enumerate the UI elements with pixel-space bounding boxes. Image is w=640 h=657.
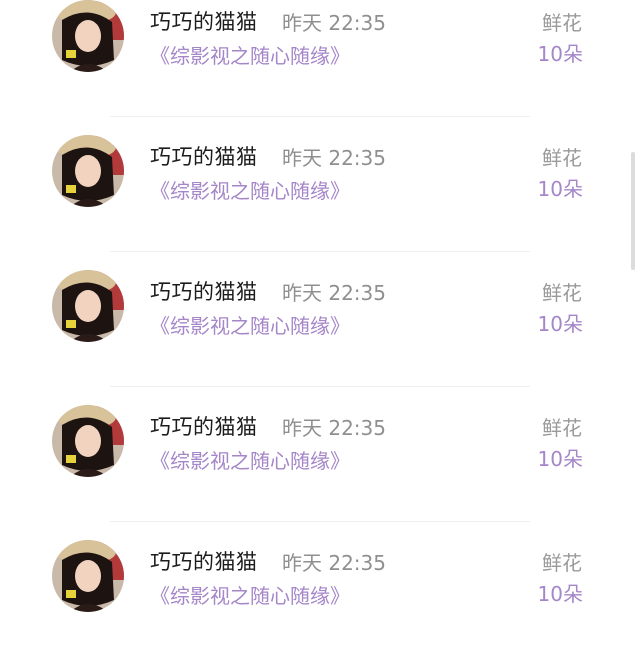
user-avatar[interactable]	[52, 405, 124, 477]
user-avatar[interactable]	[52, 0, 124, 72]
gift-count: 10朵	[537, 447, 583, 471]
gift-type-label: 鲜花	[542, 281, 582, 305]
gift-count: 10朵	[537, 42, 583, 66]
avatar-photo-icon	[52, 0, 124, 72]
user-name[interactable]: 巧巧的猫猫	[150, 546, 258, 576]
gift-record-list: 巧巧的猫猫 昨天 22:35 《综影视之随心随缘》 鲜花 10朵 巧巧的猫猫 昨…	[0, 0, 640, 657]
gift-record-item[interactable]: 巧巧的猫猫 昨天 22:35 《综影视之随心随缘》 鲜花 10朵	[0, 117, 640, 252]
avatar-photo-icon	[52, 405, 124, 477]
gift-type-label: 鲜花	[542, 416, 582, 440]
timestamp: 昨天 22:35	[282, 551, 386, 575]
book-title-link[interactable]: 《综影视之随心随缘》	[150, 445, 350, 474]
book-title-link[interactable]: 《综影视之随心随缘》	[150, 40, 350, 69]
book-title-link[interactable]: 《综影视之随心随缘》	[150, 310, 350, 339]
gift-count: 10朵	[537, 177, 583, 201]
timestamp: 昨天 22:35	[282, 11, 386, 35]
user-avatar[interactable]	[52, 270, 124, 342]
timestamp: 昨天 22:35	[282, 146, 386, 170]
user-name[interactable]: 巧巧的猫猫	[150, 276, 258, 306]
gift-record-item[interactable]: 巧巧的猫猫 昨天 22:35 《综影视之随心随缘》 鲜花 10朵	[0, 387, 640, 522]
book-title-link[interactable]: 《综影视之随心随缘》	[150, 580, 350, 609]
user-name[interactable]: 巧巧的猫猫	[150, 411, 258, 441]
gift-count: 10朵	[537, 582, 583, 606]
timestamp: 昨天 22:35	[282, 281, 386, 305]
gift-record-item[interactable]: 巧巧的猫猫 昨天 22:35 《综影视之随心随缘》 鲜花 10朵	[0, 522, 640, 657]
avatar-photo-icon	[52, 270, 124, 342]
avatar-photo-icon	[52, 135, 124, 207]
avatar-photo-icon	[52, 540, 124, 612]
user-avatar[interactable]	[52, 135, 124, 207]
user-name[interactable]: 巧巧的猫猫	[150, 6, 258, 36]
gift-count: 10朵	[537, 312, 583, 336]
scrollbar[interactable]	[631, 152, 635, 270]
book-title-link[interactable]: 《综影视之随心随缘》	[150, 175, 350, 204]
timestamp: 昨天 22:35	[282, 416, 386, 440]
gift-record-item[interactable]: 巧巧的猫猫 昨天 22:35 《综影视之随心随缘》 鲜花 10朵	[0, 252, 640, 387]
user-name[interactable]: 巧巧的猫猫	[150, 141, 258, 171]
gift-type-label: 鲜花	[542, 11, 582, 35]
gift-record-item[interactable]: 巧巧的猫猫 昨天 22:35 《综影视之随心随缘》 鲜花 10朵	[0, 0, 640, 117]
gift-type-label: 鲜花	[542, 146, 582, 170]
gift-type-label: 鲜花	[542, 551, 582, 575]
user-avatar[interactable]	[52, 540, 124, 612]
